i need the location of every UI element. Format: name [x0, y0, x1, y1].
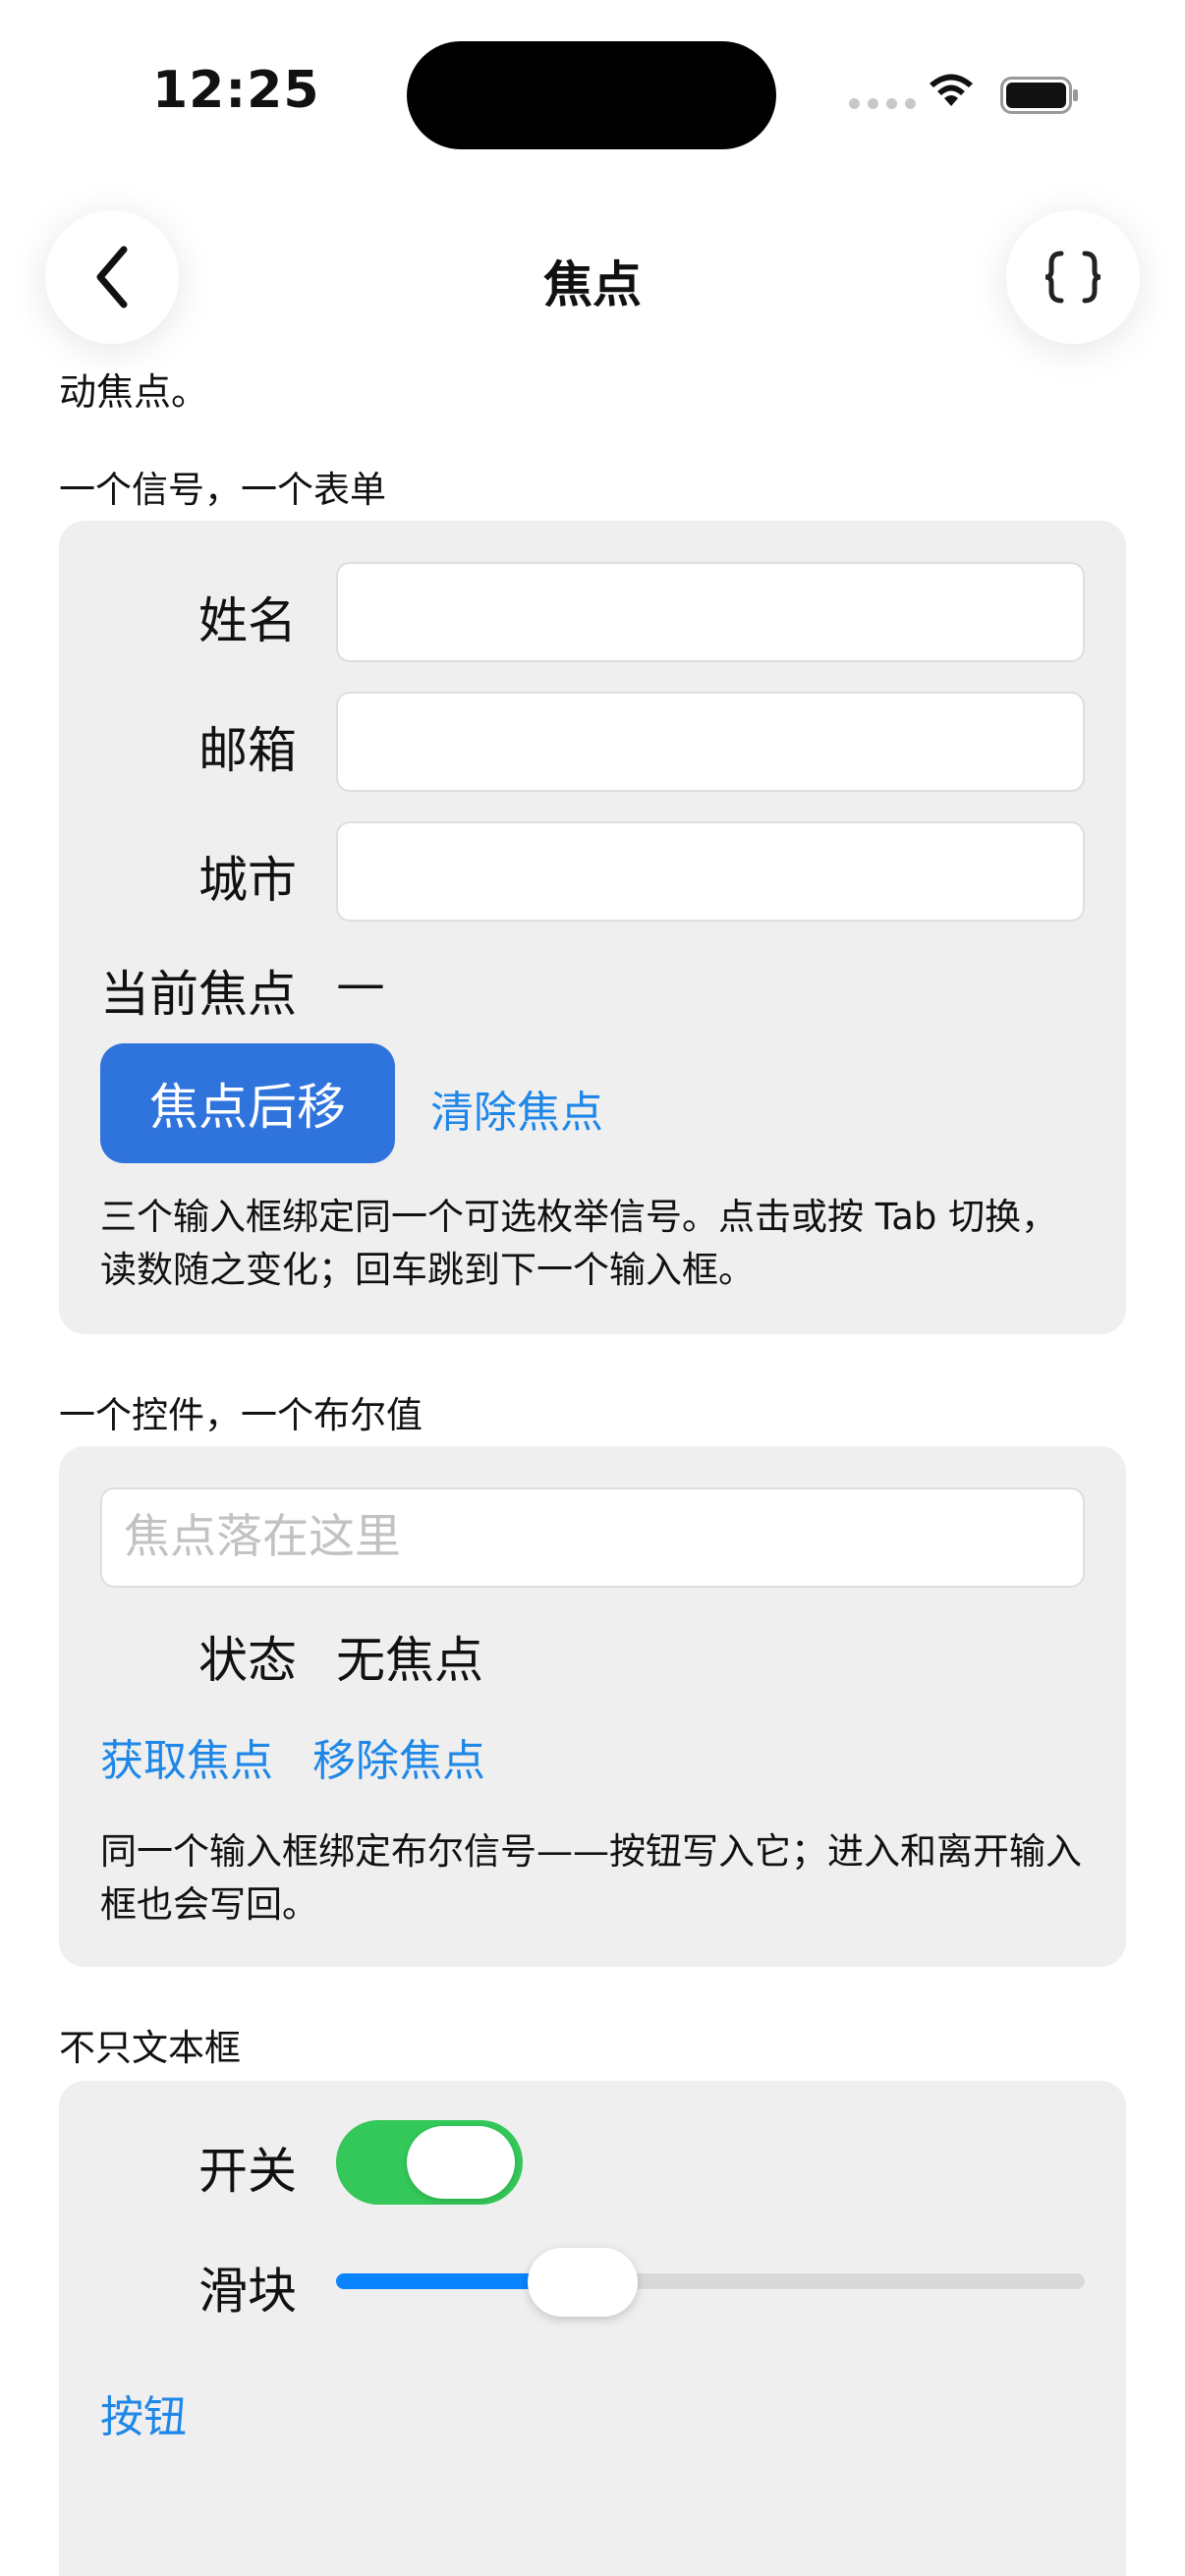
- remove-focus-link[interactable]: 移除焦点: [312, 1725, 485, 1788]
- current-focus-value: —: [336, 955, 385, 1012]
- field-label-name: 姓名: [198, 592, 297, 649]
- toggle-knob: [407, 2126, 515, 2199]
- button-link[interactable]: 按钮: [100, 2381, 187, 2444]
- slider-thumb[interactable]: [528, 2248, 639, 2317]
- status-time: 12:25: [152, 61, 320, 120]
- toggle-switch[interactable]: [336, 2120, 523, 2205]
- dynamic-island: [407, 41, 776, 149]
- status-value: 无焦点: [336, 1632, 483, 1689]
- intro-text-tail: 动焦点。: [59, 370, 209, 414]
- field-label-email: 邮箱: [198, 722, 297, 779]
- name-field[interactable]: [336, 562, 1085, 662]
- wifi-icon: [930, 74, 973, 106]
- focus-target-input[interactable]: 焦点落在这里: [100, 1487, 1085, 1588]
- braces-icon: [1044, 251, 1101, 304]
- section-title-not-only-textbox: 不只文本框: [59, 2027, 241, 2069]
- form-card-note: 三个输入框绑定同一个可选枚举信号。点击或按 Tab 切换，读数随之变化；回车跳到…: [100, 1196, 1058, 1291]
- status-label: 状态: [198, 1632, 297, 1689]
- email-field[interactable]: [336, 692, 1085, 792]
- toggle-label: 开关: [198, 2143, 297, 2200]
- field-label-city: 城市: [198, 852, 297, 909]
- section-title-one-signal-one-form: 一个信号，一个表单: [59, 469, 386, 511]
- slider-label: 滑块: [198, 2263, 297, 2320]
- code-button[interactable]: [1006, 210, 1140, 344]
- section-title-one-control-one-bool: 一个控件，一个布尔值: [59, 1394, 423, 1436]
- acquire-focus-link[interactable]: 获取焦点: [100, 1725, 273, 1788]
- focus-next-button[interactable]: 焦点后移: [100, 1043, 395, 1163]
- city-field[interactable]: [336, 821, 1085, 922]
- signal-dots-icon: [849, 98, 916, 109]
- current-focus-label: 当前焦点: [100, 966, 297, 1023]
- battery-icon: [1000, 77, 1078, 114]
- bool-card-note: 同一个输入框绑定布尔信号——按钮写入它；进入和离开输入框也会写回。: [100, 1830, 1082, 1926]
- clear-focus-link[interactable]: 清除焦点: [430, 1077, 603, 1140]
